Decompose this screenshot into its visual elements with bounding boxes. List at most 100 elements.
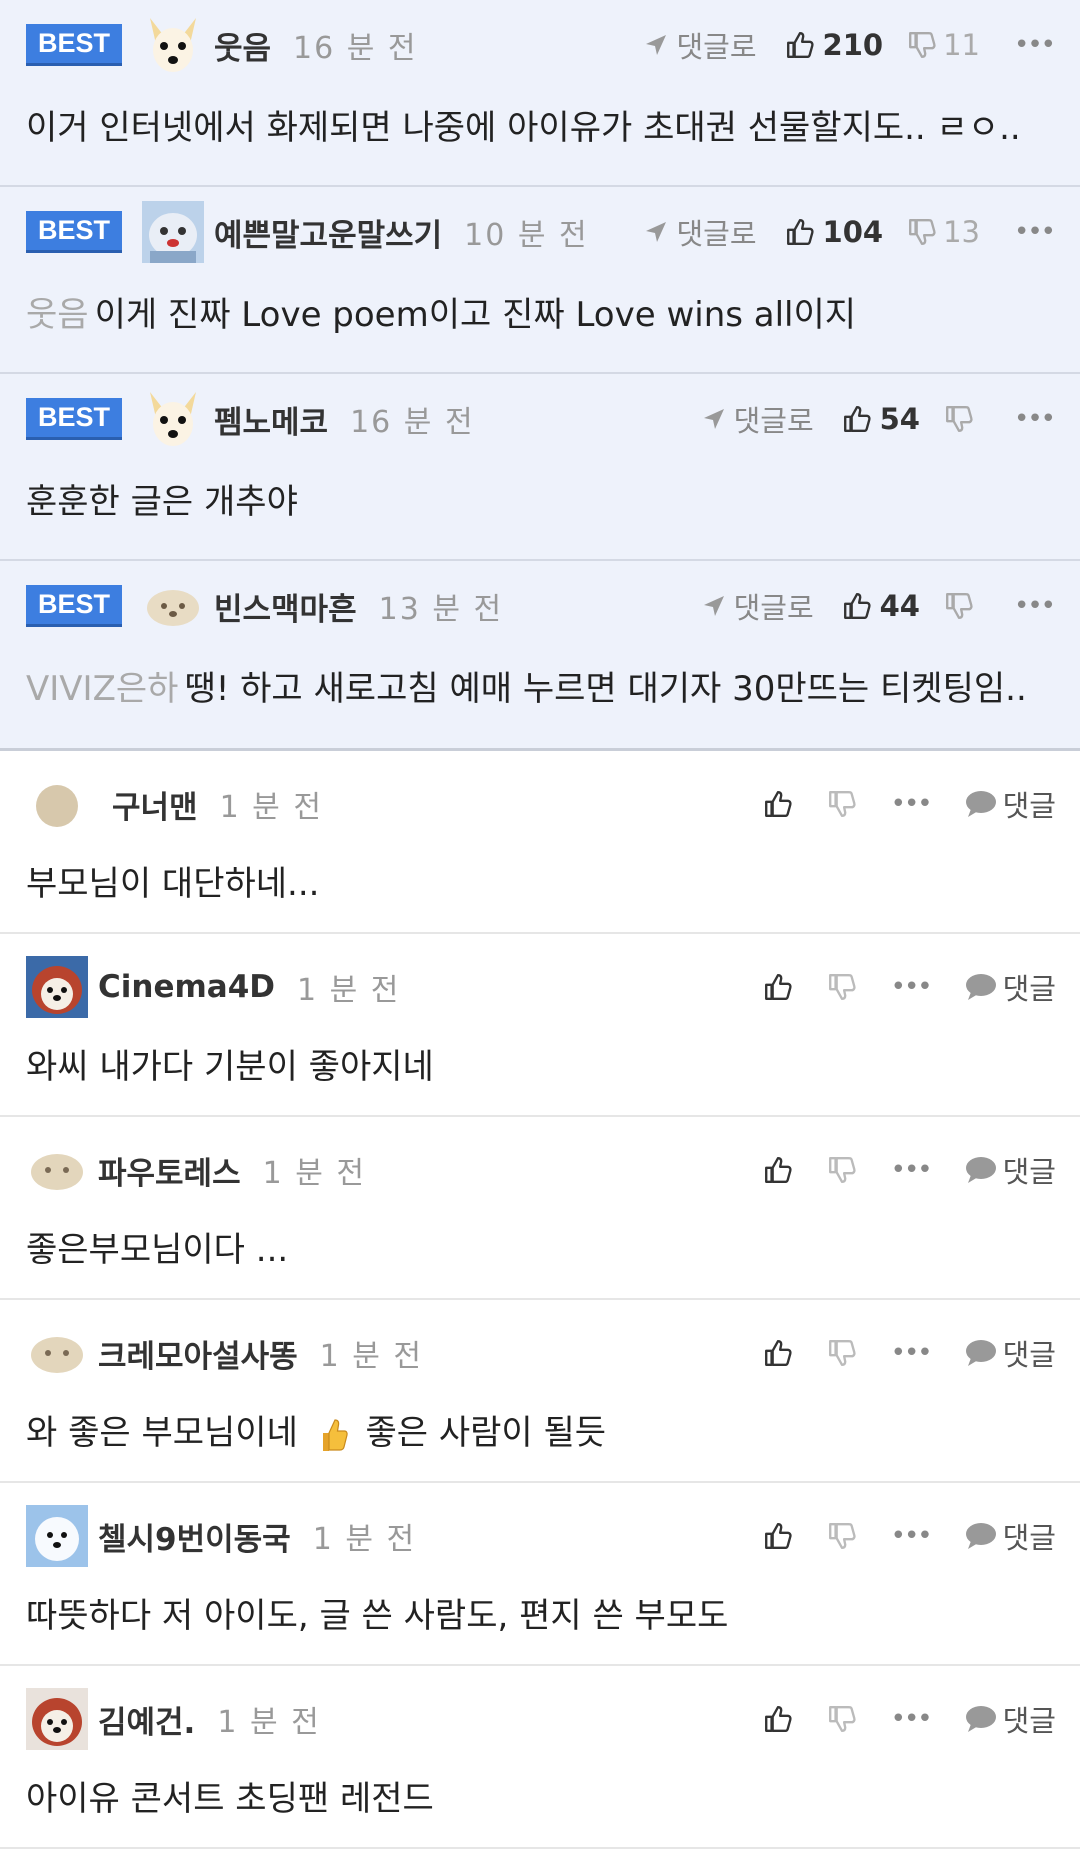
thumbs-down-icon <box>909 219 936 245</box>
comment: 파우토레스 1 분 전 ••• 댓글 좋은부모님이다 ... <box>0 1117 1080 1300</box>
reply-button[interactable]: 댓글 <box>965 783 1056 825</box>
like-button[interactable]: 210 <box>785 28 884 62</box>
comment-text: 따뜻하다 저 아이도, 글 쓴 사람도, 편지 쓴 부모도 <box>26 1596 729 1636</box>
like-count: 210 <box>822 28 884 62</box>
puppy-beige-icon[interactable] <box>26 1322 88 1384</box>
more-options-icon[interactable]: ••• <box>1014 30 1056 60</box>
thumbs-up-icon[interactable] <box>763 790 793 818</box>
reply-label: 댓글 <box>1002 1521 1056 1555</box>
more-options-icon[interactable]: ••• <box>891 972 933 1002</box>
dislike-button[interactable] <box>944 592 980 620</box>
reply-label: 댓글로 <box>733 404 814 438</box>
dislike-button[interactable]: 13 <box>907 215 980 249</box>
comment-text: 와씨 내가다 기분이 좋아지네 <box>26 1047 434 1087</box>
best-comment: BEST 예쁜말고운말쓰기 10 분 전 댓글로 104 13 ••• 웃음 이게… <box>0 187 1080 374</box>
like-button[interactable]: 104 <box>785 215 883 249</box>
nickname[interactable]: 구너맨 <box>112 782 198 827</box>
arrow-icon <box>703 596 724 616</box>
dog-red-icon[interactable] <box>26 1688 88 1750</box>
thumbs-down-icon[interactable] <box>827 790 857 818</box>
more-options-icon[interactable]: ••• <box>891 1155 933 1185</box>
like-button[interactable]: 54 <box>842 402 920 436</box>
thumbs-down-icon[interactable] <box>827 1156 857 1184</box>
reply-link[interactable]: 댓글로 <box>702 585 814 627</box>
comment: Cinema4D 1 분 전 ••• 댓글 와씨 내가다 기분이 좋아지네 <box>0 934 1080 1117</box>
thumbs-down-icon[interactable] <box>827 1705 857 1733</box>
timestamp: 1 분 전 <box>217 1705 321 1740</box>
comment-body: 땡! 하고 새로고침 예매 누르면 대기자 30만뜨는 티켓팅임.. <box>184 669 1027 709</box>
nickname[interactable]: 예쁜말고운말쓰기 <box>214 210 442 255</box>
reply-button[interactable]: 댓글 <box>965 1515 1056 1557</box>
dislike-button[interactable] <box>944 405 980 433</box>
thumbs-up-emoji-icon <box>322 1418 348 1451</box>
reply-button[interactable]: 댓글 <box>965 1698 1056 1740</box>
nickname[interactable]: 웃음 <box>214 23 271 68</box>
more-options-icon[interactable]: ••• <box>891 1338 933 1368</box>
reply-link[interactable]: 댓글로 <box>702 398 814 440</box>
reply-button[interactable]: 댓글 <box>965 1149 1056 1191</box>
best-badge: BEST <box>26 211 122 253</box>
like-count: 54 <box>879 402 920 436</box>
comment-text: 아이유 콘서트 초딩팬 레전드 <box>26 1779 434 1819</box>
reply-button[interactable]: 댓글 <box>965 1332 1056 1374</box>
arrow-icon <box>646 35 667 55</box>
thumbs-up-icon[interactable] <box>763 1705 793 1733</box>
nickname[interactable]: Cinema4D <box>98 969 275 1005</box>
timestamp: 1 분 전 <box>262 1156 366 1191</box>
nickname[interactable]: 빈스맥마흔 <box>214 584 357 629</box>
like-button[interactable]: 44 <box>842 589 920 623</box>
best-badge: BEST <box>26 585 122 627</box>
reply-button[interactable]: 댓글 <box>965 966 1056 1008</box>
mention[interactable]: VIVIZ은하 <box>26 669 178 709</box>
nickname[interactable]: 펨노메코 <box>214 397 328 442</box>
mention[interactable]: 웃음 <box>26 295 89 335</box>
best-comment: BEST 웃음 16 분 전 댓글로 210 11 ••• 이거 인터넷에서 화… <box>0 0 1080 187</box>
best-badge: BEST <box>26 24 122 66</box>
thumbs-up-icon[interactable] <box>763 1522 793 1550</box>
more-options-icon[interactable]: ••• <box>1014 404 1056 434</box>
nickname[interactable]: 파우토레스 <box>98 1148 241 1193</box>
comment-body: 훈훈한 글은 개추야 <box>26 482 298 522</box>
more-options-icon[interactable]: ••• <box>1014 591 1056 621</box>
comment-text-after: 좋은 사람이 될듯 <box>365 1413 607 1453</box>
nickname[interactable]: 첼시9번이동국 <box>98 1514 291 1559</box>
speech-bubble-icon <box>965 1340 996 1366</box>
thumbs-down-icon <box>946 593 973 619</box>
more-options-icon[interactable]: ••• <box>891 1521 933 1551</box>
reply-link[interactable]: 댓글로 <box>644 211 757 253</box>
dislike-button[interactable]: 11 <box>907 28 980 62</box>
reply-label: 댓글로 <box>676 30 757 64</box>
thumbs-down-icon[interactable] <box>827 973 857 1001</box>
reply-label: 댓글 <box>1002 1704 1056 1738</box>
comment-text: 훈훈한 글은 개추야 <box>26 474 1054 523</box>
comment-body: 이거 인터넷에서 화제되면 나중에 아이유가 초대권 선물할지도.. ㄹㅇ.. <box>26 108 1021 148</box>
more-options-icon[interactable]: ••• <box>891 1704 933 1734</box>
thumbs-down-icon[interactable] <box>827 1339 857 1367</box>
thumbs-down-icon[interactable] <box>827 1522 857 1550</box>
speech-bubble-icon <box>965 1157 996 1183</box>
puppy-beige-icon[interactable] <box>142 575 204 637</box>
puppy-beige-icon[interactable] <box>26 1139 88 1201</box>
best-comment: BEST 펨노메코 16 분 전 댓글로 54 ••• 훈훈한 글은 개추야 <box>0 374 1080 561</box>
reply-link[interactable]: 댓글로 <box>644 24 757 66</box>
puppy-white-icon[interactable] <box>142 388 204 450</box>
more-options-icon[interactable]: ••• <box>1014 217 1056 247</box>
reply-label: 댓글 <box>1002 1338 1056 1372</box>
more-options-icon[interactable]: ••• <box>891 789 933 819</box>
timestamp: 1 분 전 <box>297 973 401 1008</box>
thumbs-up-icon[interactable] <box>763 1156 793 1184</box>
thumbs-down-icon <box>946 406 973 432</box>
dog-white-blue-icon[interactable] <box>26 1505 88 1567</box>
nickname[interactable]: 크레모아설사똥 <box>98 1331 298 1376</box>
nickname[interactable]: 김예건. <box>98 1697 195 1742</box>
comment-text: 부모님이 대단하네... <box>26 864 320 904</box>
puppy-white-icon[interactable] <box>142 14 204 76</box>
reply-label: 댓글 <box>1002 972 1056 1006</box>
default-circle-icon[interactable] <box>26 773 88 835</box>
speech-bubble-icon <box>965 1706 996 1732</box>
toy-bear-icon[interactable] <box>142 201 204 263</box>
comment-text: 이거 인터넷에서 화제되면 나중에 아이유가 초대권 선물할지도.. ㄹㅇ.. <box>26 100 1054 149</box>
dog-red-icon[interactable] <box>26 956 88 1018</box>
thumbs-up-icon[interactable] <box>763 1339 793 1367</box>
thumbs-up-icon[interactable] <box>763 973 793 1001</box>
